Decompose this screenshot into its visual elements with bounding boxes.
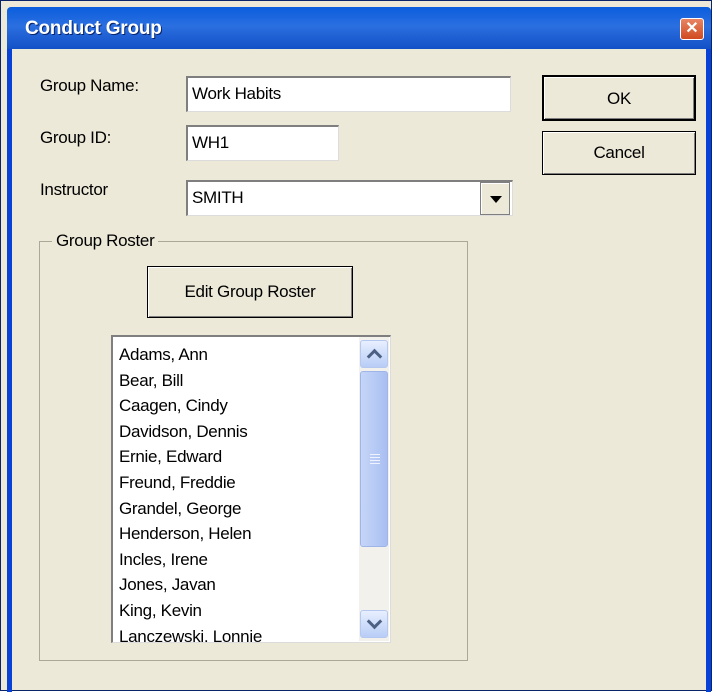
list-item[interactable]: Jones, Javan	[119, 572, 262, 598]
list-item[interactable]: Freund, Freddie	[119, 470, 262, 496]
chevron-down-icon	[366, 613, 383, 630]
roster-listbox[interactable]: Adams, Ann Bear, Bill Caagen, Cindy Davi…	[111, 335, 391, 643]
thumb-grip-line	[370, 463, 380, 464]
instructor-label: Instructor	[40, 180, 108, 199]
group-name-label: Group Name:	[40, 76, 139, 95]
list-item[interactable]: Davidson, Dennis	[119, 419, 262, 445]
ok-button[interactable]: OK	[542, 75, 696, 121]
list-item[interactable]: Caagen, Cindy	[119, 393, 262, 419]
list-item[interactable]: Incles, Irene	[119, 547, 262, 573]
group-roster-legend: Group Roster	[52, 231, 159, 251]
list-item[interactable]: Lanczewski, Lonnie	[119, 624, 262, 642]
list-item[interactable]: Henderson, Helen	[119, 521, 262, 547]
thumb-grip-line	[370, 454, 380, 455]
cancel-button[interactable]: Cancel	[542, 131, 696, 175]
group-name-field[interactable]: Work Habits	[186, 76, 511, 112]
chevron-up-icon	[366, 348, 383, 365]
scroll-down-button[interactable]	[360, 610, 388, 638]
instructor-select[interactable]: SMITH	[186, 180, 513, 216]
list-item[interactable]: Ernie, Edward	[119, 444, 262, 470]
thumb-grip-line	[370, 457, 380, 458]
roster-list: Adams, Ann Bear, Bill Caagen, Cindy Davi…	[119, 342, 262, 642]
edit-group-roster-button[interactable]: Edit Group Roster	[147, 266, 353, 318]
window-title: Conduct Group	[25, 18, 162, 39]
chevron-down-icon	[490, 196, 502, 203]
window-frame-right	[706, 49, 711, 692]
group-id-field[interactable]: WH1	[186, 125, 339, 161]
list-item[interactable]: King, Kevin	[119, 598, 262, 624]
roster-scrollbar[interactable]	[359, 337, 389, 641]
scroll-up-button[interactable]	[360, 340, 388, 368]
conduct-group-dialog: Conduct Group ✕ Group Name: Work Habits …	[0, 0, 712, 692]
thumb-grip-line	[370, 460, 380, 461]
close-icon: ✕	[685, 20, 699, 37]
list-item[interactable]: Bear, Bill	[119, 368, 262, 394]
window-frame-left	[7, 49, 12, 692]
close-button[interactable]: ✕	[680, 18, 704, 40]
instructor-dropdown-button[interactable]	[480, 182, 510, 215]
scroll-thumb[interactable]	[360, 371, 388, 547]
title-bar[interactable]: Conduct Group ✕	[7, 7, 711, 49]
list-item[interactable]: Grandel, George	[119, 496, 262, 522]
list-item[interactable]: Adams, Ann	[119, 342, 262, 368]
group-id-label: Group ID:	[40, 128, 111, 147]
